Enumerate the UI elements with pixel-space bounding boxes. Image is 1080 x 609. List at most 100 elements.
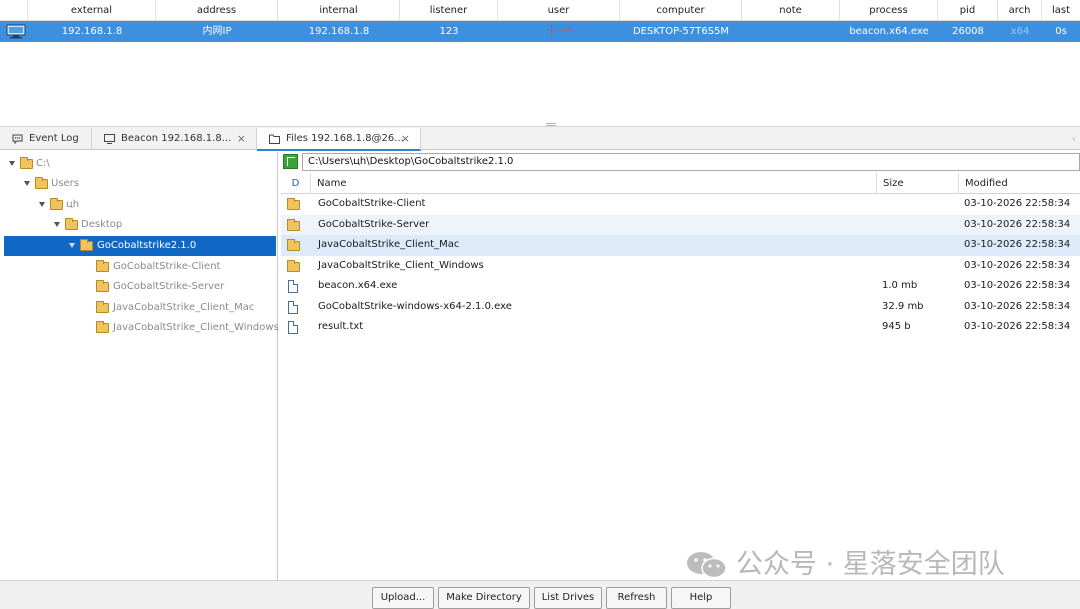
expand-arrow-icon[interactable] bbox=[39, 202, 45, 207]
tree-node-label: Users bbox=[51, 178, 80, 189]
tree-node-javacs-windows[interactable]: JavaCobaltStrike_Client_Windows bbox=[4, 318, 279, 338]
file-name: JavaCobaltStrike_Client_Windows bbox=[318, 260, 484, 271]
header-pid[interactable]: pid bbox=[938, 0, 998, 21]
expand-arrow-icon[interactable] bbox=[54, 222, 60, 227]
tree-node-desktop[interactable]: Desktop bbox=[4, 215, 274, 235]
folder-icon bbox=[287, 239, 300, 251]
tab-scroll-left-icon[interactable]: ‹ bbox=[1072, 132, 1076, 145]
tree-node-label: JavaCobaltStrike_Client_Mac bbox=[113, 302, 255, 313]
header-user[interactable]: user bbox=[498, 0, 620, 21]
bottom-toolbar: Upload... Make Directory List Drives Ref… bbox=[0, 580, 1080, 609]
tree-node-label: Desktop bbox=[81, 219, 123, 230]
header-size[interactable]: Size bbox=[877, 173, 959, 194]
tab-files-label: Files 192.168.1.8@26... bbox=[286, 133, 404, 144]
header-computer[interactable]: computer bbox=[620, 0, 742, 21]
splitter-grip[interactable] bbox=[546, 123, 556, 126]
file-icon bbox=[288, 321, 298, 334]
tree-node-c[interactable]: C:\ bbox=[4, 154, 274, 174]
header-process[interactable]: process bbox=[840, 0, 938, 21]
tree-node-gocobaltstrike[interactable]: GoCobaltstrike2.1.0 bbox=[4, 236, 276, 256]
folder-icon bbox=[96, 260, 109, 272]
make-directory-button[interactable]: Make Directory bbox=[438, 587, 530, 609]
file-row[interactable]: GoCobaltStrike-windows-x64-2.1.0.exe 32.… bbox=[281, 297, 1080, 318]
header-modified[interactable]: Modified bbox=[959, 173, 1080, 194]
tree-node-label: JavaCobaltStrike_Client_Windows bbox=[113, 322, 279, 333]
tree-node-label: цh bbox=[66, 199, 80, 210]
tree-node-javacs-mac[interactable]: JavaCobaltStrike_Client_Mac bbox=[4, 298, 274, 318]
cell-computer: DESKTOP-57T6S5M bbox=[632, 26, 730, 37]
file-name: GoCobaltStrike-windows-x64-2.1.0.exe bbox=[318, 301, 512, 312]
tab-files-close-icon[interactable]: × bbox=[401, 128, 410, 149]
tab-beacon-close-icon[interactable]: × bbox=[237, 128, 246, 149]
file-size: 1.0 mb bbox=[882, 280, 918, 291]
file-modified: 03-10-2026 22:58:34 bbox=[964, 280, 1071, 291]
tab-event-log-label: Event Log bbox=[29, 133, 79, 144]
chat-icon bbox=[12, 134, 23, 144]
folder-icon bbox=[96, 321, 109, 333]
file-row[interactable]: JavaCobaltStrike_Client_Windows 03-10-20… bbox=[281, 256, 1080, 277]
tab-beacon-label: Beacon 192.168.1.8... bbox=[121, 133, 232, 144]
file-row[interactable]: JavaCobaltStrike_Client_Mac 03-10-2026 2… bbox=[281, 235, 1080, 256]
expand-arrow-icon[interactable] bbox=[69, 243, 75, 248]
header-address[interactable]: address bbox=[156, 0, 278, 21]
tree-node-label: C:\ bbox=[36, 158, 50, 169]
cell-external: 192.168.1.8 bbox=[61, 26, 123, 37]
tree-node-user-home[interactable]: цh bbox=[4, 195, 274, 215]
help-button[interactable]: Help bbox=[671, 587, 731, 609]
folder-icon bbox=[50, 198, 63, 210]
header-d[interactable]: D bbox=[281, 173, 311, 194]
header-listener[interactable]: listener bbox=[400, 0, 498, 21]
folder-icon bbox=[35, 177, 48, 189]
header-name[interactable]: Name bbox=[311, 173, 877, 194]
file-row[interactable]: GoCobaltStrike-Client 03-10-2026 22:58:3… bbox=[281, 194, 1080, 215]
folder-icon bbox=[287, 260, 300, 272]
file-table: D Name Size Modified GoCobaltStrike-Clie… bbox=[281, 173, 1080, 580]
tree-node-label: GoCobaltStrike-Server bbox=[113, 281, 225, 292]
cell-last: 0s bbox=[1055, 26, 1067, 37]
file-row[interactable]: result.txt 945 b 03-10-2026 22:58:34 bbox=[281, 317, 1080, 338]
file-modified: 03-10-2026 22:58:34 bbox=[964, 219, 1071, 230]
list-drives-button[interactable]: List Drives bbox=[534, 587, 602, 609]
file-row[interactable]: GoCobaltStrike-Server 03-10-2026 22:58:3… bbox=[281, 215, 1080, 236]
file-icon bbox=[288, 301, 298, 314]
folder-outline-icon bbox=[269, 134, 280, 144]
file-modified: 03-10-2026 22:58:34 bbox=[964, 260, 1071, 271]
tab-files[interactable]: Files 192.168.1.8@26... × bbox=[257, 128, 421, 151]
tab-beacon[interactable]: Beacon 192.168.1.8... × bbox=[92, 128, 257, 150]
header-last[interactable]: last bbox=[1042, 0, 1080, 21]
tree-node-users[interactable]: Users bbox=[4, 174, 274, 194]
file-name: beacon.x64.exe bbox=[318, 280, 398, 291]
folder-icon bbox=[65, 218, 78, 230]
expand-arrow-icon[interactable] bbox=[24, 181, 30, 186]
beacon-row[interactable]: 192.168.1.8 内网IP 192.168.1.8 123 十一* DES… bbox=[0, 21, 1080, 42]
folder-icon bbox=[96, 280, 109, 292]
file-modified: 03-10-2026 22:58:34 bbox=[964, 321, 1071, 332]
cell-listener: 123 bbox=[439, 26, 459, 37]
tree-node-gocs-server[interactable]: GoCobaltStrike-Server bbox=[4, 277, 274, 297]
file-name: GoCobaltStrike-Client bbox=[318, 198, 426, 209]
file-name: result.txt bbox=[318, 321, 364, 332]
file-name: GoCobaltStrike-Server bbox=[318, 219, 430, 230]
folder-icon bbox=[96, 301, 109, 313]
cell-pid: 26008 bbox=[952, 26, 984, 37]
expand-arrow-icon[interactable] bbox=[9, 161, 15, 166]
monitor-icon bbox=[6, 24, 26, 39]
tree-node-label: GoCobaltStrike-Client bbox=[113, 261, 221, 272]
tab-event-log[interactable]: Event Log bbox=[0, 128, 92, 150]
path-input[interactable]: C:\Users\цh\Desktop\GoCobaltstrike2.1.0 bbox=[302, 153, 1080, 171]
file-modified: 03-10-2026 22:58:34 bbox=[964, 301, 1071, 312]
header-external[interactable]: external bbox=[28, 0, 156, 21]
file-modified: 03-10-2026 22:58:34 bbox=[964, 198, 1071, 209]
directory-tree: C:\ Users цh Desktop GoCobaltstrike2.1.0… bbox=[0, 152, 279, 580]
header-internal[interactable]: internal bbox=[278, 0, 400, 21]
upload-button[interactable]: Upload... bbox=[372, 587, 434, 609]
go-up-icon[interactable] bbox=[283, 154, 298, 169]
header-arch[interactable]: arch bbox=[998, 0, 1042, 21]
header-note[interactable]: note bbox=[742, 0, 840, 21]
tab-bar: Event Log Beacon 192.168.1.8... × Files … bbox=[0, 128, 1080, 151]
file-size: 945 b bbox=[882, 321, 911, 332]
path-bar: C:\Users\цh\Desktop\GoCobaltstrike2.1.0 bbox=[281, 152, 1080, 172]
file-row[interactable]: beacon.x64.exe 1.0 mb 03-10-2026 22:58:3… bbox=[281, 276, 1080, 297]
tree-node-gocs-client[interactable]: GoCobaltStrike-Client bbox=[4, 257, 274, 277]
refresh-button[interactable]: Refresh bbox=[606, 587, 667, 609]
